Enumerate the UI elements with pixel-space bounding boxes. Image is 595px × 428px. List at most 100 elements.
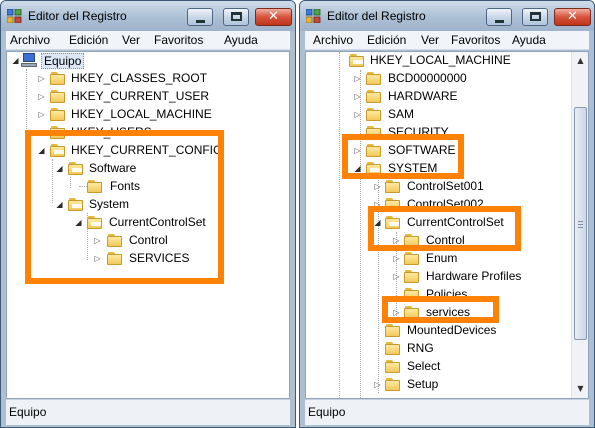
tree-node-label: SYSTEM (388, 161, 438, 175)
tree-node-equipo[interactable]: ◢ Equipo (7, 52, 127, 70)
tree-node-services[interactable]: ▷ services (306, 304, 576, 322)
triangle-right-icon[interactable]: ▷ (353, 146, 362, 155)
tree-node-system[interactable]: ◢ System (7, 196, 287, 214)
menu-bar: Archivo Edición Ver Favoritos Ayuda (305, 31, 589, 50)
tree-node-hkey-local-machine[interactable]: HKEY_LOCAL_MACHINE (306, 52, 576, 70)
menu-favoritos[interactable]: Favoritos (154, 33, 203, 47)
registry-editor-icon (306, 9, 321, 23)
triangle-down-icon[interactable]: ◢ (74, 218, 83, 227)
scroll-down-icon[interactable]: ▼ (574, 382, 587, 395)
tree-node-hkey-users[interactable]: ▷ HKEY_USERS (7, 124, 287, 142)
close-button[interactable]: ✕ (255, 8, 292, 26)
menu-ver[interactable]: Ver (421, 33, 439, 47)
tree-node-currentcontrolset[interactable]: ◢ CurrentControlSet (306, 214, 576, 232)
triangle-right-icon[interactable]: ▷ (373, 380, 382, 389)
menu-archivo[interactable]: Archivo (10, 33, 50, 47)
tree-node-hkey-current-user[interactable]: ▷ HKEY_CURRENT_USER (7, 88, 287, 106)
menu-edicion[interactable]: Edición (69, 33, 108, 47)
menu-archivo[interactable]: Archivo (313, 33, 353, 47)
vertical-scrollbar[interactable]: ▲ ▼ (571, 52, 588, 398)
tree-node-label: CurrentControlSet (109, 215, 206, 229)
triangle-right-icon[interactable]: ▷ (37, 92, 46, 101)
tree-node-control[interactable]: ▷ Control (7, 232, 287, 250)
status-bar: Equipo (6, 399, 290, 425)
tree-node-label: BCD00000000 (388, 71, 467, 85)
folder-icon (404, 252, 419, 265)
maximize-icon (231, 12, 242, 21)
triangle-right-icon[interactable]: ▷ (373, 182, 382, 191)
triangle-right-icon[interactable]: ▷ (37, 74, 46, 83)
tree-node-controlset002[interactable]: ▷ ControlSet002 (306, 196, 576, 214)
title-bar[interactable]: Editor del Registro ✕ (300, 1, 594, 31)
triangle-right-icon[interactable]: ▷ (392, 308, 401, 317)
triangle-right-icon[interactable]: ▷ (392, 254, 401, 263)
tree-node-control[interactable]: ▷ Control (306, 232, 576, 250)
tree-node-hkey-classes-root[interactable]: ▷ HKEY_CLASSES_ROOT (7, 70, 287, 88)
maximize-button[interactable] (522, 8, 548, 26)
folder-icon (404, 306, 419, 319)
menu-favoritos[interactable]: Favoritos (451, 33, 500, 47)
tree-node-controlset001[interactable]: ▷ ControlSet001 (306, 178, 576, 196)
close-button[interactable]: ✕ (554, 8, 591, 26)
triangle-right-icon[interactable]: ▷ (37, 110, 46, 119)
triangle-right-icon[interactable]: ▷ (353, 110, 362, 119)
triangle-right-icon[interactable]: ▷ (353, 92, 362, 101)
triangle-right-icon[interactable]: ▷ (373, 200, 382, 209)
triangle-down-icon[interactable]: ◢ (55, 164, 64, 173)
menu-ver[interactable]: Ver (122, 33, 140, 47)
tree-node-rng[interactable]: RNG (306, 340, 576, 358)
triangle-down-icon[interactable]: ◢ (11, 56, 20, 65)
tree-node-fonts[interactable]: Fonts (7, 178, 287, 196)
registry-editor-window-right: Editor del Registro ✕ Archivo Edición Ve… (299, 0, 595, 428)
tree-node-software[interactable]: ◢ Software (7, 160, 287, 178)
triangle-right-icon[interactable]: ▷ (93, 236, 102, 245)
triangle-down-icon[interactable]: ◢ (55, 200, 64, 209)
tree-node-label: Hardware Profiles (426, 269, 522, 283)
triangle-right-icon[interactable]: ▷ (353, 74, 362, 83)
tree-node-software[interactable]: ▷ SOFTWARE (306, 142, 576, 160)
tree-node-select[interactable]: Select (306, 358, 576, 376)
scroll-up-icon[interactable]: ▲ (574, 54, 587, 67)
minimize-button[interactable] (187, 8, 213, 26)
tree-node-hardware-profiles[interactable]: ▷ Hardware Profiles (306, 268, 576, 286)
tree-node-label: HKEY_CLASSES_ROOT (71, 71, 208, 85)
tree-node-label: Control (426, 233, 465, 247)
triangle-down-icon[interactable]: ◢ (37, 146, 46, 155)
minimize-button[interactable] (486, 8, 512, 26)
title-bar[interactable]: Editor del Registro ✕ (1, 1, 295, 31)
triangle-down-icon[interactable]: ◢ (353, 164, 362, 173)
tree-node-hkey-local-machine[interactable]: ▷ HKEY_LOCAL_MACHINE (7, 106, 287, 124)
menu-edicion[interactable]: Edición (367, 33, 406, 47)
tree-node-label: HKEY_CURRENT_CONFIG (71, 143, 223, 157)
maximize-button[interactable] (223, 8, 249, 26)
triangle-right-icon[interactable]: ▷ (392, 236, 401, 245)
tree-node-bcd00000000[interactable]: ▷ BCD00000000 (306, 70, 576, 88)
folder-icon (366, 108, 381, 121)
folder-icon (404, 270, 419, 283)
tree-node-hkey-current-config[interactable]: ◢ HKEY_CURRENT_CONFIG (7, 142, 287, 160)
tree-node-services[interactable]: ▷ SERVICES (7, 250, 287, 268)
registry-tree: HKEY_LOCAL_MACHINE ▷ BCD00000000 ▷ HARDW… (305, 51, 589, 399)
triangle-right-icon[interactable]: ▷ (392, 272, 401, 281)
tree-node-label: Select (407, 359, 441, 373)
triangle-right-icon[interactable]: ▷ (93, 254, 102, 263)
scrollbar-thumb[interactable] (574, 107, 587, 340)
tree-node-setup[interactable]: ▷ Setup (306, 376, 576, 394)
folder-icon (68, 162, 83, 175)
tree-node-sam[interactable]: ▷ SAM (306, 106, 576, 124)
tree-node-policies[interactable]: Policies (306, 286, 576, 304)
menu-ayuda[interactable]: Ayuda (512, 33, 546, 47)
tree-node-security[interactable]: SECURITY (306, 124, 576, 142)
triangle-down-icon[interactable]: ◢ (373, 218, 382, 227)
tree-node-currentcontrolset[interactable]: ◢ CurrentControlSet (7, 214, 287, 232)
tree-node-system[interactable]: ◢ SYSTEM (306, 160, 576, 178)
tree-node-mounteddevices[interactable]: MountedDevices (306, 322, 576, 340)
tree-node-enum[interactable]: ▷ Enum (306, 250, 576, 268)
folder-icon (50, 144, 65, 157)
tree-node-hardware[interactable]: ▷ HARDWARE (306, 88, 576, 106)
close-icon: ✕ (567, 9, 578, 24)
tree-node-label: Software (89, 161, 137, 175)
minimize-icon (495, 20, 504, 23)
triangle-right-icon[interactable]: ▷ (37, 128, 46, 137)
menu-ayuda[interactable]: Ayuda (224, 33, 258, 47)
